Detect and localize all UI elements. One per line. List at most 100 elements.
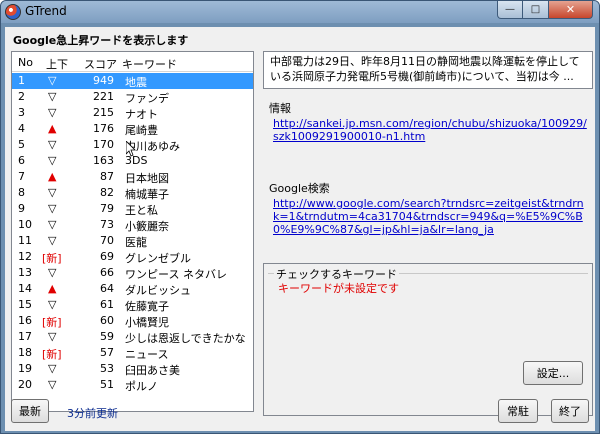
row-number: 1 — [18, 74, 25, 87]
row-keyword: 小籔麗奈 — [125, 220, 169, 233]
info-link[interactable]: http://sankei.jp.msn.com/region/chubu/sh… — [273, 117, 588, 143]
row-keyword: 尾崎豊 — [125, 124, 158, 137]
maximize-button[interactable]: □ — [523, 1, 549, 19]
row-keyword: ダルビッシュ — [125, 284, 191, 297]
row-keyword: 日本地図 — [125, 172, 169, 185]
row-keyword: ファンデ — [125, 92, 169, 105]
row-score: 176 — [93, 122, 114, 135]
row-score: 60 — [100, 314, 114, 327]
row-trend: ▽ — [48, 234, 57, 247]
row-number: 9 — [18, 202, 25, 215]
row-trend: ▽ — [48, 362, 57, 375]
row-trend: ▽ — [48, 138, 57, 151]
row-trend: ▽ — [48, 186, 57, 199]
row-score: 170 — [93, 138, 114, 151]
row-trend: ▽ — [48, 202, 57, 215]
row-score: 82 — [100, 186, 114, 199]
window-controls: — □ ✕ — [497, 1, 593, 19]
row-keyword: 王と私 — [125, 204, 158, 217]
window-title: GTrend — [25, 4, 67, 18]
list-row[interactable]: 20 ▽ 51 ポルノ — [12, 377, 253, 393]
list-row[interactable]: 16 [新] 60 小橋賢児 — [12, 313, 253, 329]
list-row[interactable]: 17 ▽ 59 少しは恩返しできたかな — [12, 329, 253, 345]
client-area: Google急上昇ワードを表示します No 上下 スコア キーワード 1 ▽ 949… — [5, 27, 595, 431]
row-score: 215 — [93, 106, 114, 119]
row-number: 7 — [18, 170, 25, 183]
row-trend: ▽ — [48, 90, 57, 103]
row-keyword: 佐藤寛子 — [125, 300, 169, 313]
list-row[interactable]: 14 ▲ 64 ダルビッシュ — [12, 281, 253, 297]
row-score: 73 — [100, 218, 114, 231]
row-number: 2 — [18, 90, 25, 103]
row-number: 14 — [18, 282, 32, 295]
row-keyword: ニュース — [125, 348, 169, 361]
row-score: 59 — [100, 330, 114, 343]
google-search-link[interactable]: http://www.google.com/search?trndsrc=zei… — [273, 197, 588, 236]
row-score: 53 — [100, 362, 114, 375]
minimize-button[interactable]: — — [497, 1, 523, 19]
column-keyword[interactable]: キーワード — [122, 56, 177, 72]
row-trend: ▽ — [48, 154, 57, 167]
column-no[interactable]: No — [18, 56, 33, 69]
row-trend: ▽ — [48, 218, 57, 231]
row-number: 5 — [18, 138, 25, 151]
google-search-group: Google検索 http://www.google.com/search?tr… — [263, 177, 593, 261]
settings-button[interactable]: 設定... — [523, 361, 583, 385]
row-number: 20 — [18, 378, 32, 391]
row-number: 11 — [18, 234, 32, 247]
row-score: 163 — [93, 154, 114, 167]
list-row[interactable]: 1 ▽ 949 地震 — [12, 73, 253, 89]
row-score: 51 — [100, 378, 114, 391]
summary-text: 中部電力は29日、昨年8月11日の静岡地震以降運転を停止している浜岡原子力発電所… — [263, 51, 593, 89]
list-row[interactable]: 8 ▽ 82 楠城華子 — [12, 185, 253, 201]
row-number: 8 — [18, 186, 25, 199]
refresh-button[interactable]: 最新 — [11, 399, 49, 423]
exit-button[interactable]: 終了 — [551, 399, 589, 423]
row-trend: ▲ — [48, 122, 57, 135]
app-window: GTrend — □ ✕ Google急上昇ワードを表示します No 上下 スコ… — [0, 0, 600, 434]
row-keyword: 地震 — [125, 76, 147, 89]
row-trend: [新] — [42, 348, 62, 361]
row-score: 70 — [100, 234, 114, 247]
row-keyword: ポルノ — [125, 380, 158, 393]
list-row[interactable]: 19 ▽ 53 臼田あさ美 — [12, 361, 253, 377]
row-score: 221 — [93, 90, 114, 103]
row-score: 57 — [100, 346, 114, 359]
list-row[interactable]: 18 [新] 57 ニュース — [12, 345, 253, 361]
column-score[interactable]: スコア — [84, 56, 117, 72]
row-keyword: 医龍 — [125, 236, 147, 249]
close-icon: ✕ — [565, 3, 576, 16]
row-keyword: 少しは恩返しできたかな — [125, 332, 246, 345]
list-row[interactable]: 12 [新] 69 グレンゼブル — [12, 249, 253, 265]
info-title: 情報 — [269, 102, 291, 115]
close-button[interactable]: ✕ — [549, 1, 593, 19]
list-row[interactable]: 11 ▽ 70 医龍 — [12, 233, 253, 249]
row-keyword: 楠城華子 — [125, 188, 169, 201]
list-row[interactable]: 9 ▽ 79 王と私 — [12, 201, 253, 217]
row-trend: [新] — [42, 316, 62, 329]
row-trend: ▽ — [48, 330, 57, 343]
list-row[interactable]: 7 ▲ 87 日本地図 — [12, 169, 253, 185]
list-row[interactable]: 13 ▽ 66 ワンピース ネタバレ — [12, 265, 253, 281]
list-row[interactable]: 15 ▽ 61 佐藤寛子 — [12, 297, 253, 313]
row-score: 66 — [100, 266, 114, 279]
row-number: 18 — [18, 346, 32, 359]
row-number: 16 — [18, 314, 32, 327]
row-number: 15 — [18, 298, 32, 311]
keyword-list[interactable]: No 上下 スコア キーワード 1 ▽ 949 地震 2 ▽ 221 ファンデ 3 ▽ 215 ナオト… — [11, 51, 254, 412]
row-score: 949 — [93, 74, 114, 87]
row-number: 10 — [18, 218, 32, 231]
minimize-icon: — — [505, 4, 515, 15]
list-row[interactable]: 2 ▽ 221 ファンデ — [12, 89, 253, 105]
row-number: 6 — [18, 154, 25, 167]
list-row[interactable]: 3 ▽ 215 ナオト — [12, 105, 253, 121]
column-updown[interactable]: 上下 — [46, 56, 68, 72]
title-bar[interactable]: GTrend — □ ✕ — [1, 1, 599, 23]
list-row[interactable]: 4 ▲ 176 尾崎豊 — [12, 121, 253, 137]
list-row[interactable]: 10 ▽ 73 小籔麗奈 — [12, 217, 253, 233]
row-number: 13 — [18, 266, 32, 279]
google-search-title: Google検索 — [269, 182, 330, 195]
row-number: 17 — [18, 330, 32, 343]
resident-button[interactable]: 常駐 — [498, 399, 538, 423]
row-keyword: ワンピース ネタバレ — [125, 268, 227, 281]
